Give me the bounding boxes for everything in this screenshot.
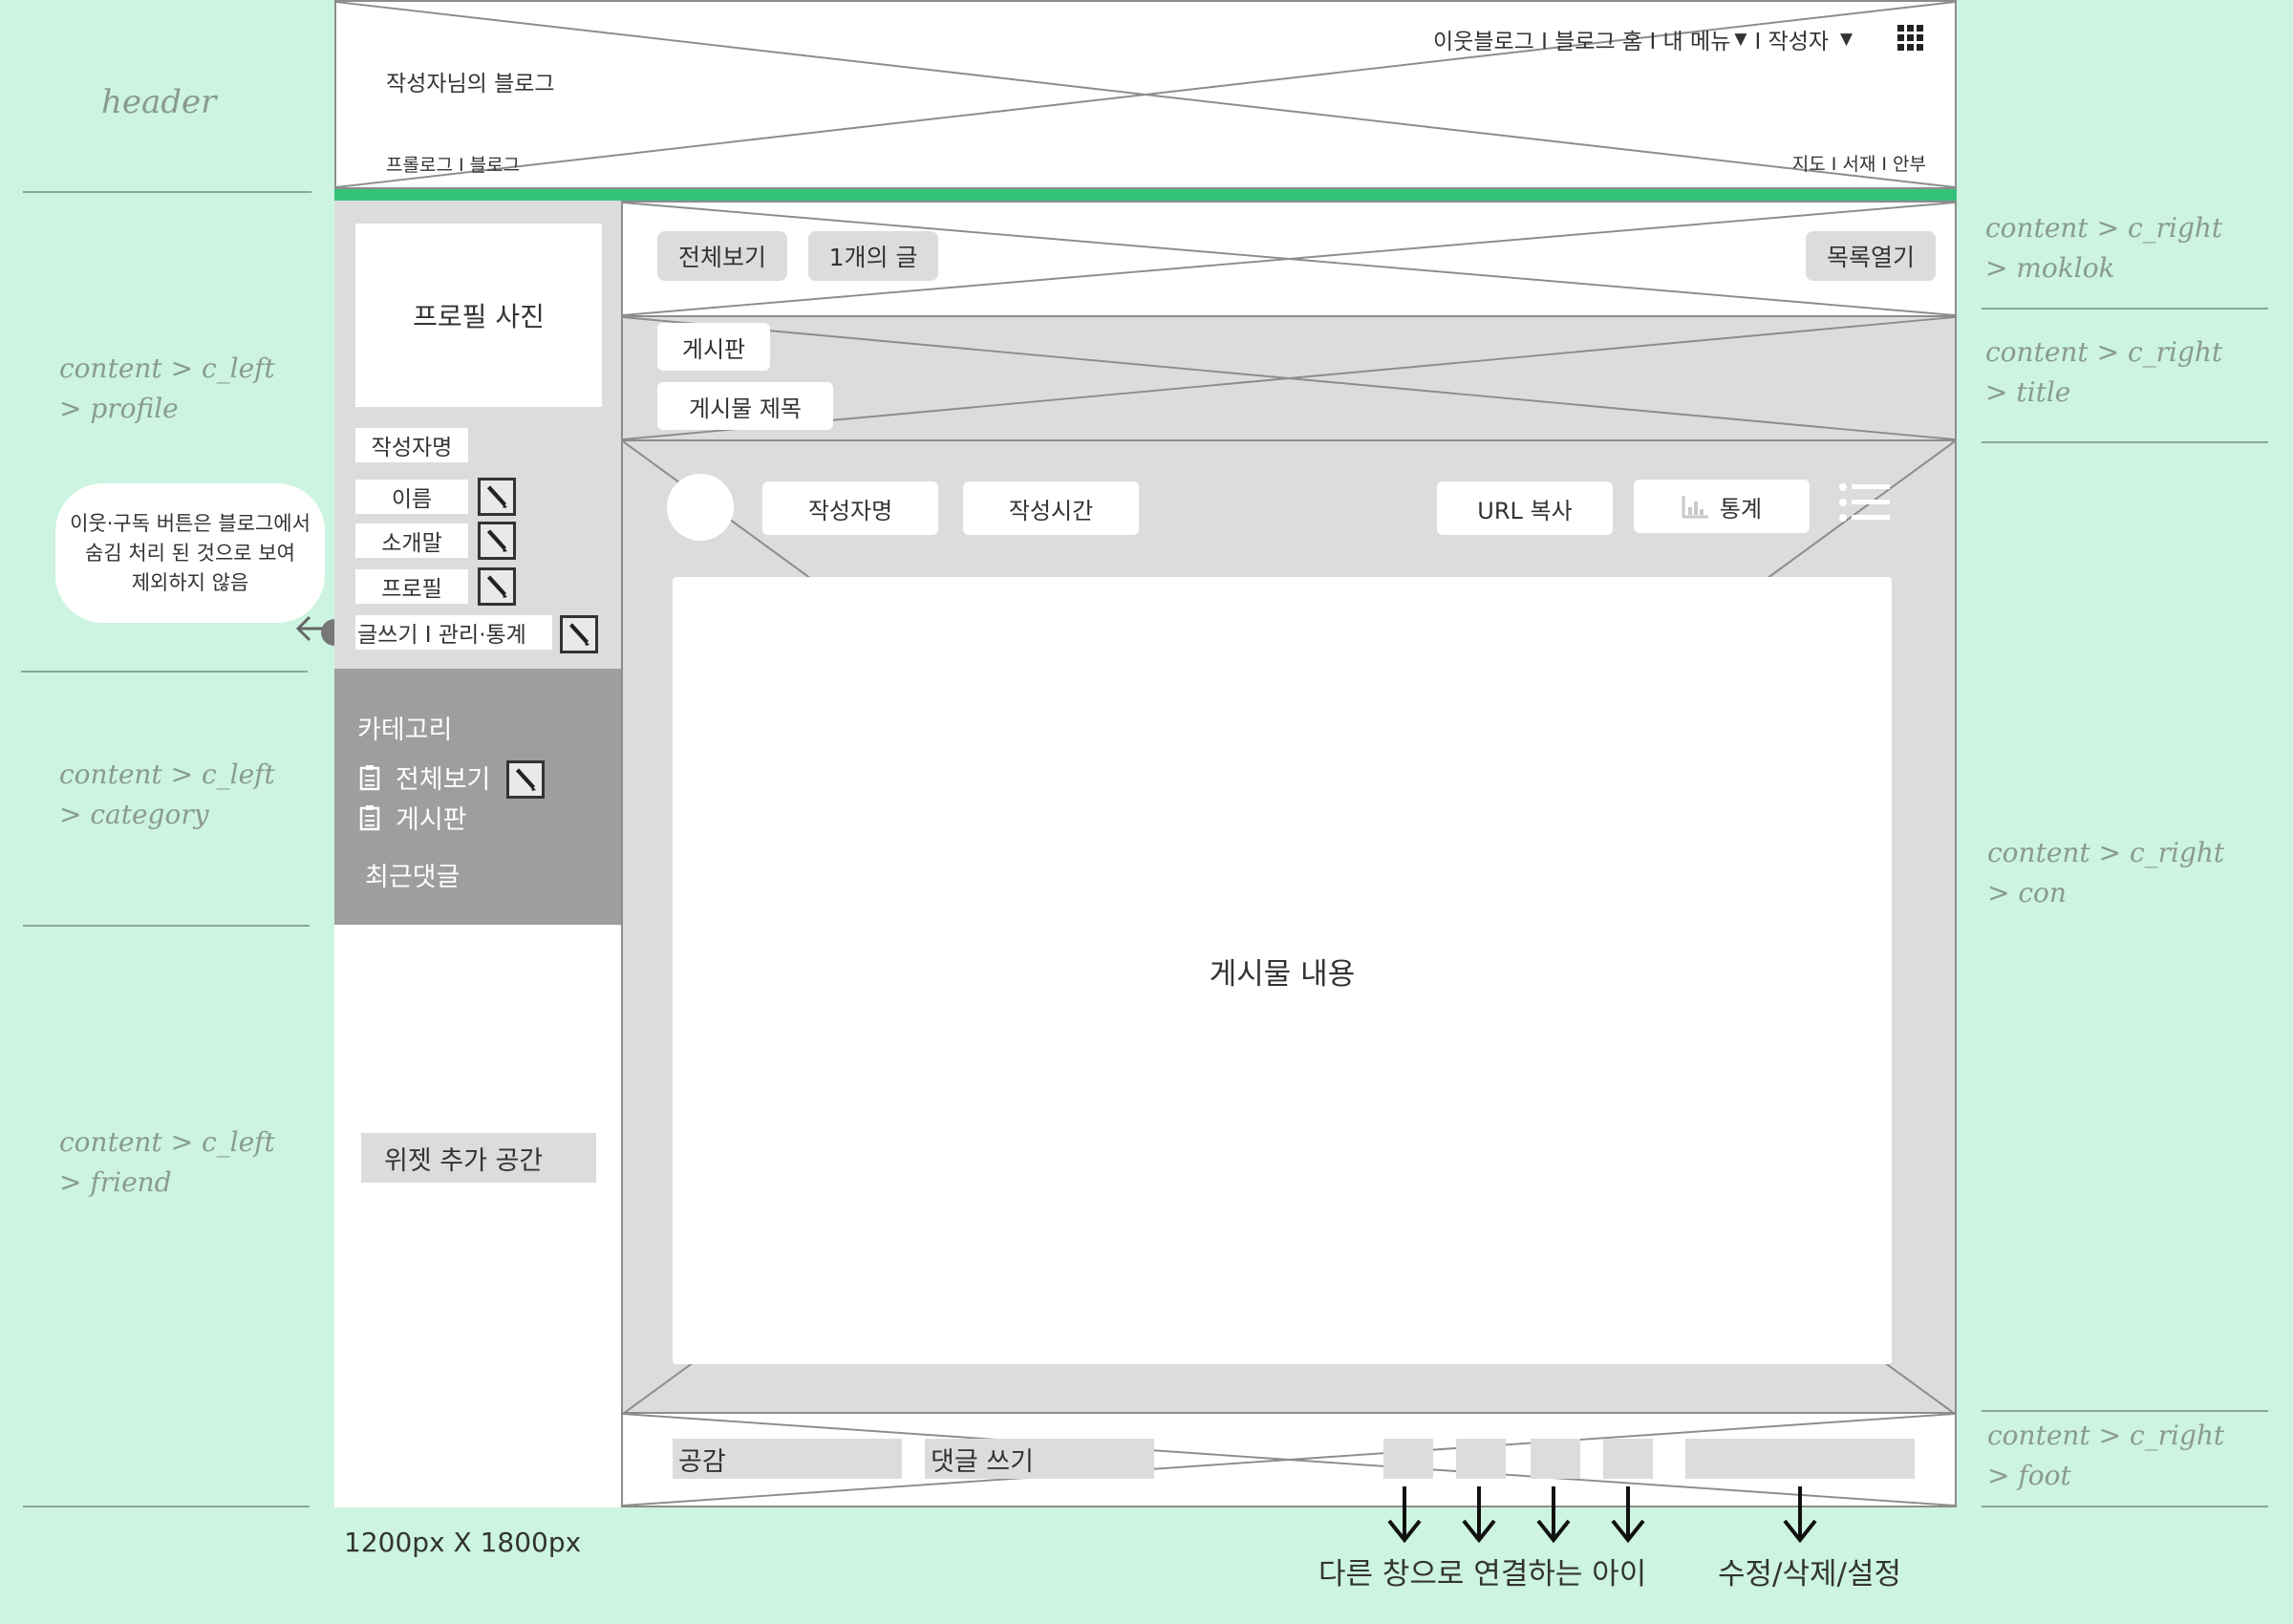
divider	[1982, 1506, 2268, 1507]
annotation-line: > moklok	[1985, 252, 2115, 284]
post-content: 게시물 내용	[673, 577, 1892, 1364]
divider	[1982, 1410, 2268, 1412]
open-list-button[interactable]: 목록열기	[1806, 231, 1936, 281]
dimension-label: 1200px X 1800px	[344, 1527, 582, 1558]
divider	[23, 191, 311, 193]
bubble-line: 이웃·구독 버튼은 블로그에서	[70, 511, 311, 535]
annotation-line: > profile	[59, 393, 179, 424]
note-bubble: 이웃·구독 버튼은 블로그에서 숨김 처리 된 것으로 보여 제외하지 않음	[55, 483, 325, 623]
foot-annotation: content > c_right > foot	[1987, 1416, 2224, 1496]
divider	[23, 925, 310, 927]
category-item-board[interactable]: 게시판	[359, 799, 467, 836]
annotation-line: content > c_left	[59, 353, 275, 384]
field-intro: 소개말	[355, 524, 468, 558]
down-arrow-icon	[1387, 1486, 1422, 1544]
annotation-line: content > c_left	[59, 759, 275, 790]
category-item-all[interactable]: 전체보기	[359, 759, 490, 796]
annotation-line: > con	[1987, 877, 2067, 908]
caret-down-icon[interactable]: ▼	[1840, 30, 1853, 49]
annotation-line: content > c_left	[59, 1126, 275, 1158]
url-copy-button[interactable]: URL 복사	[1437, 481, 1613, 535]
like-button[interactable]: 공감	[673, 1439, 902, 1479]
recent-comments[interactable]: 최근댓글	[365, 856, 460, 893]
caret-down-icon[interactable]: ▼	[1734, 30, 1747, 49]
divider	[23, 1506, 310, 1507]
link-icon-slot[interactable]	[1456, 1439, 1506, 1479]
grid-apps-icon[interactable]	[1897, 25, 1924, 52]
bubble-line: 숨김 처리 된 것으로 보여	[85, 541, 295, 565]
link-icon-slot[interactable]	[1383, 1439, 1433, 1479]
divider	[21, 671, 308, 673]
widget-space: 위젯 추가 공간	[361, 1133, 596, 1183]
annotation-line: content > c_right	[1987, 837, 2225, 868]
down-arrow-icon	[1462, 1486, 1496, 1544]
annotation-line: > friend	[59, 1166, 172, 1198]
profile-photo: 프로필 사진	[355, 224, 602, 407]
category-annotation: content > c_left > category	[59, 755, 275, 835]
field-name: 이름	[355, 480, 468, 514]
board-label[interactable]: 게시판	[657, 323, 770, 371]
friend-annotation: content > c_left > friend	[59, 1122, 275, 1203]
divider	[1982, 441, 2268, 443]
header-annotation: header	[101, 83, 217, 121]
edit-pencil-icon[interactable]	[478, 478, 516, 516]
annotation-line: content > c_right	[1985, 336, 2223, 368]
top-nav[interactable]: 이웃블로그 I 블로그 홈 I 내 메뉴 ▼ I 작성자 ▼	[1433, 23, 1853, 55]
author-menu[interactable]: I 작성자	[1754, 23, 1829, 55]
down-arrow-icon	[1536, 1486, 1571, 1544]
link-icon-slot[interactable]	[1603, 1439, 1653, 1479]
comment-button[interactable]: 댓글 쓰기	[925, 1439, 1154, 1479]
edit-caption: 수정/삭제/설정	[1718, 1557, 1902, 1592]
annotation-line: > title	[1985, 376, 2071, 408]
profile-annotation: content > c_left > profile	[59, 349, 275, 429]
annotation-line: content > c_right	[1987, 1420, 2225, 1451]
clipboard-icon	[359, 804, 380, 830]
write-manage-links[interactable]: 글쓰기 I 관리·통계	[355, 615, 552, 650]
edit-pencil-icon[interactable]	[478, 567, 516, 606]
post-count-button[interactable]: 1개의 글	[808, 231, 938, 281]
field-profile: 프로필	[355, 569, 468, 604]
link-icon-slot[interactable]	[1531, 1439, 1580, 1479]
down-arrow-icon	[1783, 1486, 1817, 1544]
moklok-annotation: content > c_right > moklok	[1985, 208, 2222, 288]
bubble-line: 제외하지 않음	[131, 570, 249, 594]
con-annotation: content > c_right > con	[1987, 833, 2224, 913]
annotation-line: content > c_right	[1985, 212, 2223, 244]
sub-nav-right[interactable]: 지도 I 서재 I 안부	[1792, 150, 1926, 176]
stats-label: 통계	[1719, 495, 1763, 523]
edit-pencil-icon[interactable]	[478, 522, 516, 560]
post-author[interactable]: 작성자명	[762, 481, 938, 535]
header-accent-bar	[334, 189, 1957, 201]
header-area: 작성자님의 블로그 이웃블로그 I 블로그 홈 I 내 메뉴 ▼ I 작성자 ▼…	[334, 0, 1957, 189]
divider	[1982, 308, 2268, 310]
edit-pencil-icon[interactable]	[560, 615, 598, 653]
annotation-line: > foot	[1987, 1460, 2071, 1491]
edit-delete-settings-slot[interactable]	[1685, 1439, 1915, 1479]
edit-pencil-icon[interactable]	[506, 760, 545, 799]
author-name: 작성자명	[355, 428, 468, 462]
stats-button[interactable]: 통계	[1634, 480, 1810, 533]
category-label: 전체보기	[396, 765, 491, 795]
category-label: 게시판	[396, 805, 467, 835]
clipboard-icon	[359, 764, 380, 790]
links-caption: 다른 창으로 연결하는 아이	[1318, 1557, 1647, 1592]
blog-title[interactable]: 작성자님의 블로그	[386, 65, 555, 97]
list-menu-icon[interactable]	[1838, 481, 1892, 524]
sub-nav-left[interactable]: 프롤로그 I 블로그	[386, 151, 520, 177]
author-avatar	[667, 474, 734, 541]
category-title: 카테고리	[357, 716, 453, 745]
bar-chart-icon	[1682, 496, 1708, 519]
view-all-button[interactable]: 전체보기	[657, 231, 787, 281]
post-time: 작성시간	[963, 481, 1139, 535]
down-arrow-icon	[1611, 1486, 1645, 1544]
annotation-line: > category	[59, 799, 209, 830]
post-title: 게시물 제목	[657, 382, 833, 430]
top-nav-links[interactable]: 이웃블로그 I 블로그 홈 I 내 메뉴	[1433, 23, 1730, 55]
title-annotation: content > c_right > title	[1985, 332, 2222, 413]
